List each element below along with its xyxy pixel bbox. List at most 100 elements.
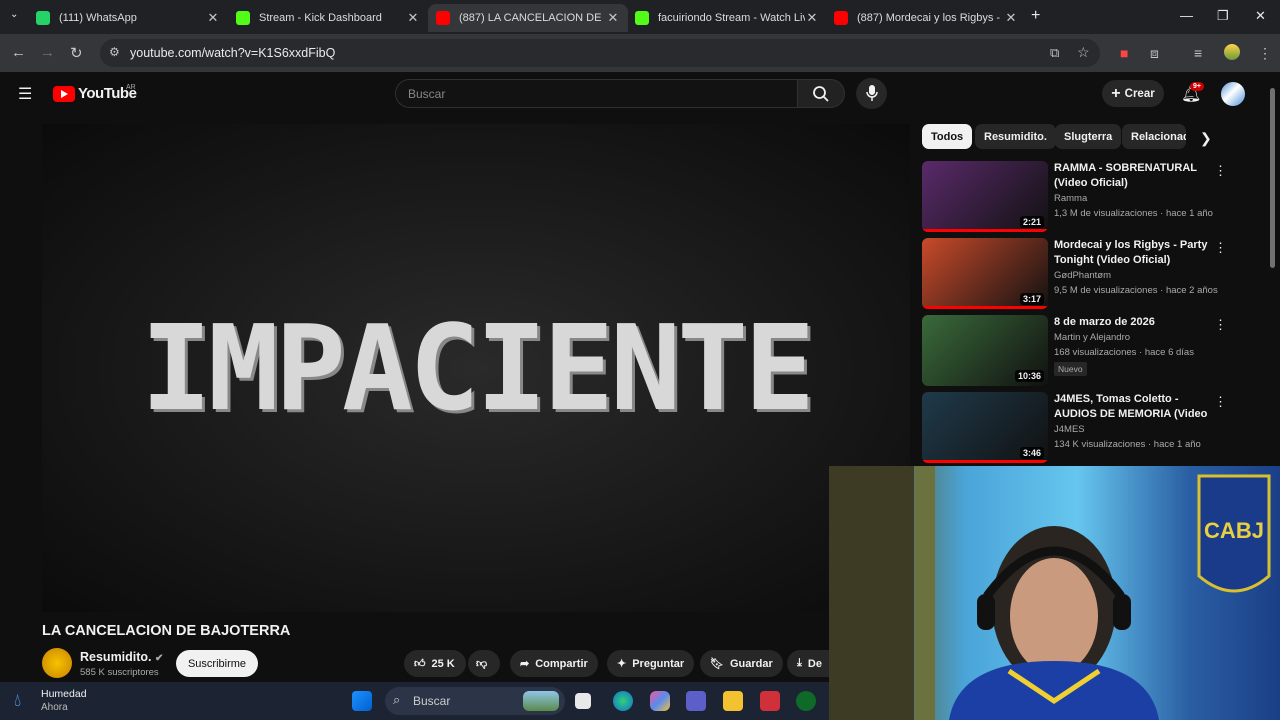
like-button[interactable]: 👍︎ 25 K bbox=[404, 650, 466, 677]
new-tab-button[interactable]: + bbox=[1031, 7, 1040, 25]
close-window-button[interactable]: ✕ bbox=[1255, 8, 1266, 24]
close-tab-icon[interactable]: ✕ bbox=[406, 10, 420, 26]
close-tab-icon[interactable]: ✕ bbox=[606, 10, 620, 26]
chip-resumidito[interactable]: Resumidito. bbox=[975, 124, 1056, 149]
weather-droplet-icon[interactable]: 💧︎ bbox=[14, 690, 21, 711]
browser-tab-label: (111) WhatsApp bbox=[59, 12, 137, 24]
save-label: Guardar bbox=[729, 657, 773, 670]
chevron-right-icon[interactable]: ❯ bbox=[1200, 130, 1212, 147]
video-player[interactable]: IMPACIENTE bbox=[42, 124, 910, 612]
forward-icon[interactable]: → bbox=[40, 44, 55, 61]
more-options-icon[interactable]: ⋮ bbox=[1214, 240, 1227, 256]
search-input[interactable]: Buscar bbox=[395, 79, 798, 108]
tab-list-chevron-icon[interactable]: ⌄ bbox=[10, 9, 18, 20]
chip-relacionados[interactable]: Relacionad bbox=[1122, 124, 1186, 149]
video-title: LA CANCELACION DE BAJOTERRA bbox=[42, 623, 291, 639]
save-button[interactable]: 🔖︎ Guardar bbox=[700, 650, 783, 677]
voice-search-button[interactable] bbox=[856, 78, 887, 109]
share-button[interactable]: ➦ Compartir bbox=[510, 650, 598, 677]
close-tab-icon[interactable]: ✕ bbox=[206, 10, 220, 26]
extension-icon[interactable]: ■ bbox=[1120, 45, 1128, 61]
windows-start-icon[interactable] bbox=[352, 691, 372, 711]
media-control-icon[interactable]: ≡ bbox=[1194, 45, 1202, 61]
weather-title[interactable]: Humedad bbox=[41, 688, 87, 700]
omnibox[interactable]: ⚙ youtube.com/watch?v=K1S6xxdFibQ ⧉ ☆ bbox=[100, 39, 1100, 67]
url-text[interactable]: youtube.com/watch?v=K1S6xxdFibQ bbox=[130, 46, 335, 60]
recommended-video[interactable]: 3:46 J4MES, Tomas Coletto - AUDIOS DE MEM… bbox=[922, 392, 1227, 464]
browser-tab-1[interactable]: (111) WhatsApp ✕ bbox=[28, 4, 228, 32]
more-options-icon[interactable]: ⋮ bbox=[1214, 163, 1227, 179]
subscribe-button[interactable]: Suscribirme bbox=[176, 650, 258, 677]
close-tab-icon[interactable]: ✕ bbox=[805, 10, 819, 26]
install-app-icon[interactable]: ⧉ bbox=[1050, 45, 1059, 61]
recommended-channel-name[interactable]: J4MES bbox=[1054, 424, 1085, 435]
recommended-video-title[interactable]: 8 de marzo de 2026 bbox=[1054, 315, 1210, 330]
search-placeholder: Buscar bbox=[408, 87, 446, 101]
video-thumbnail[interactable]: 2:21 bbox=[922, 161, 1048, 232]
dislike-button[interactable]: 👎︎ bbox=[468, 650, 500, 677]
minimize-button[interactable]: — bbox=[1180, 8, 1193, 23]
video-thumbnail[interactable]: 3:46 bbox=[922, 392, 1048, 463]
region-code: AR bbox=[126, 84, 136, 91]
taskbar-search-placeholder: Buscar bbox=[413, 694, 451, 708]
chip-slugterra[interactable]: Slugterra bbox=[1055, 124, 1122, 149]
create-button[interactable]: + Crear bbox=[1102, 80, 1164, 107]
edge-browser-icon[interactable] bbox=[613, 691, 633, 711]
bookmark-star-icon[interactable]: ☆ bbox=[1077, 44, 1090, 61]
site-info-icon[interactable]: ⚙ bbox=[109, 45, 120, 59]
thumbs-up-icon: 👍︎ bbox=[414, 658, 426, 670]
recommended-video[interactable]: 3:17 Mordecai y los Rigbys - Party Tonigh… bbox=[922, 238, 1227, 310]
download-button[interactable]: ⤓ De bbox=[787, 650, 829, 677]
recommended-video-title[interactable]: Mordecai y los Rigbys - Party Tonight (V… bbox=[1054, 238, 1210, 268]
taskbar-search[interactable]: ⌕ Buscar bbox=[385, 687, 565, 715]
video-thumbnail[interactable]: 10:36 bbox=[922, 315, 1048, 386]
channel-name[interactable]: Resumidito. ✔ bbox=[80, 650, 163, 664]
youtube-icon bbox=[834, 11, 848, 25]
recommended-channel-name[interactable]: Martin y Alejandro bbox=[1054, 332, 1130, 343]
hamburger-menu-icon[interactable]: ☰ bbox=[18, 84, 32, 104]
task-view-icon[interactable] bbox=[575, 693, 591, 709]
profile-avatar[interactable] bbox=[1224, 44, 1240, 60]
watch-progress-bar bbox=[922, 460, 1048, 463]
back-icon[interactable]: ← bbox=[11, 44, 26, 61]
video-duration: 2:21 bbox=[1019, 216, 1044, 228]
browser-tab-4[interactable]: facuiriondo Stream - Watch Live ✕ bbox=[627, 4, 827, 32]
maximize-button[interactable]: ❐ bbox=[1217, 8, 1229, 24]
upwork-app-icon[interactable] bbox=[796, 691, 816, 711]
copilot-icon[interactable] bbox=[650, 691, 670, 711]
channel-avatar[interactable] bbox=[42, 648, 72, 678]
calculator-app-icon[interactable] bbox=[760, 691, 780, 711]
browser-tab-5[interactable]: (887) Mordecai y los Rigbys - Party✕ bbox=[826, 4, 1026, 32]
plus-icon: + bbox=[1111, 84, 1121, 102]
recommended-video-title[interactable]: RAMMA - SOBRENATURAL (Video Oficial) bbox=[1054, 161, 1210, 191]
recommended-channel-name[interactable]: GødPhantøm bbox=[1054, 270, 1111, 281]
account-avatar[interactable] bbox=[1221, 82, 1245, 106]
weather-subtitle: Ahora bbox=[41, 702, 68, 713]
recommended-video[interactable]: 10:36 8 de marzo de 2026 Martin y Alejandr… bbox=[922, 315, 1227, 387]
browser-tab-2[interactable]: Stream - Kick Dashboard ✕ bbox=[228, 4, 428, 32]
reload-icon[interactable]: ↻ bbox=[70, 44, 83, 62]
extensions-puzzle-icon[interactable]: ⧈ bbox=[1150, 45, 1159, 62]
recommended-channel-name[interactable]: Ramma bbox=[1054, 193, 1087, 204]
youtube-logo[interactable]: YouTube bbox=[53, 85, 137, 102]
thumbs-down-icon: 👎︎ bbox=[476, 658, 488, 670]
more-options-icon[interactable]: ⋮ bbox=[1214, 394, 1227, 410]
teams-icon[interactable] bbox=[686, 691, 706, 711]
video-duration: 3:46 bbox=[1019, 447, 1044, 459]
chip-todos[interactable]: Todos bbox=[922, 124, 973, 149]
recommended-video-title[interactable]: J4MES, Tomas Coletto - AUDIOS DE MEMORIA… bbox=[1054, 392, 1210, 422]
recommended-video-meta: 134 K visualizaciones · hace 1 año bbox=[1054, 439, 1201, 450]
search-button[interactable] bbox=[797, 79, 845, 108]
video-duration: 10:36 bbox=[1014, 370, 1044, 382]
browser-tab-3[interactable]: (887) LA CANCELACION DE ✕ bbox=[428, 4, 628, 32]
ask-button[interactable]: ✦ Preguntar bbox=[607, 650, 695, 677]
recommended-video[interactable]: 2:21 RAMMA - SOBRENATURAL (Video Oficial)… bbox=[922, 161, 1227, 233]
more-options-icon[interactable]: ⋮ bbox=[1214, 317, 1227, 333]
file-explorer-icon[interactable] bbox=[723, 691, 743, 711]
video-thumbnail[interactable]: 3:17 bbox=[922, 238, 1048, 309]
browser-tab-label: Stream - Kick Dashboard bbox=[259, 12, 382, 24]
channel-name-text: Resumidito. bbox=[80, 650, 152, 664]
browser-menu-icon[interactable]: ⋮ bbox=[1258, 45, 1272, 62]
close-tab-icon[interactable]: ✕ bbox=[1004, 10, 1018, 26]
scrollbar[interactable] bbox=[1270, 88, 1275, 268]
